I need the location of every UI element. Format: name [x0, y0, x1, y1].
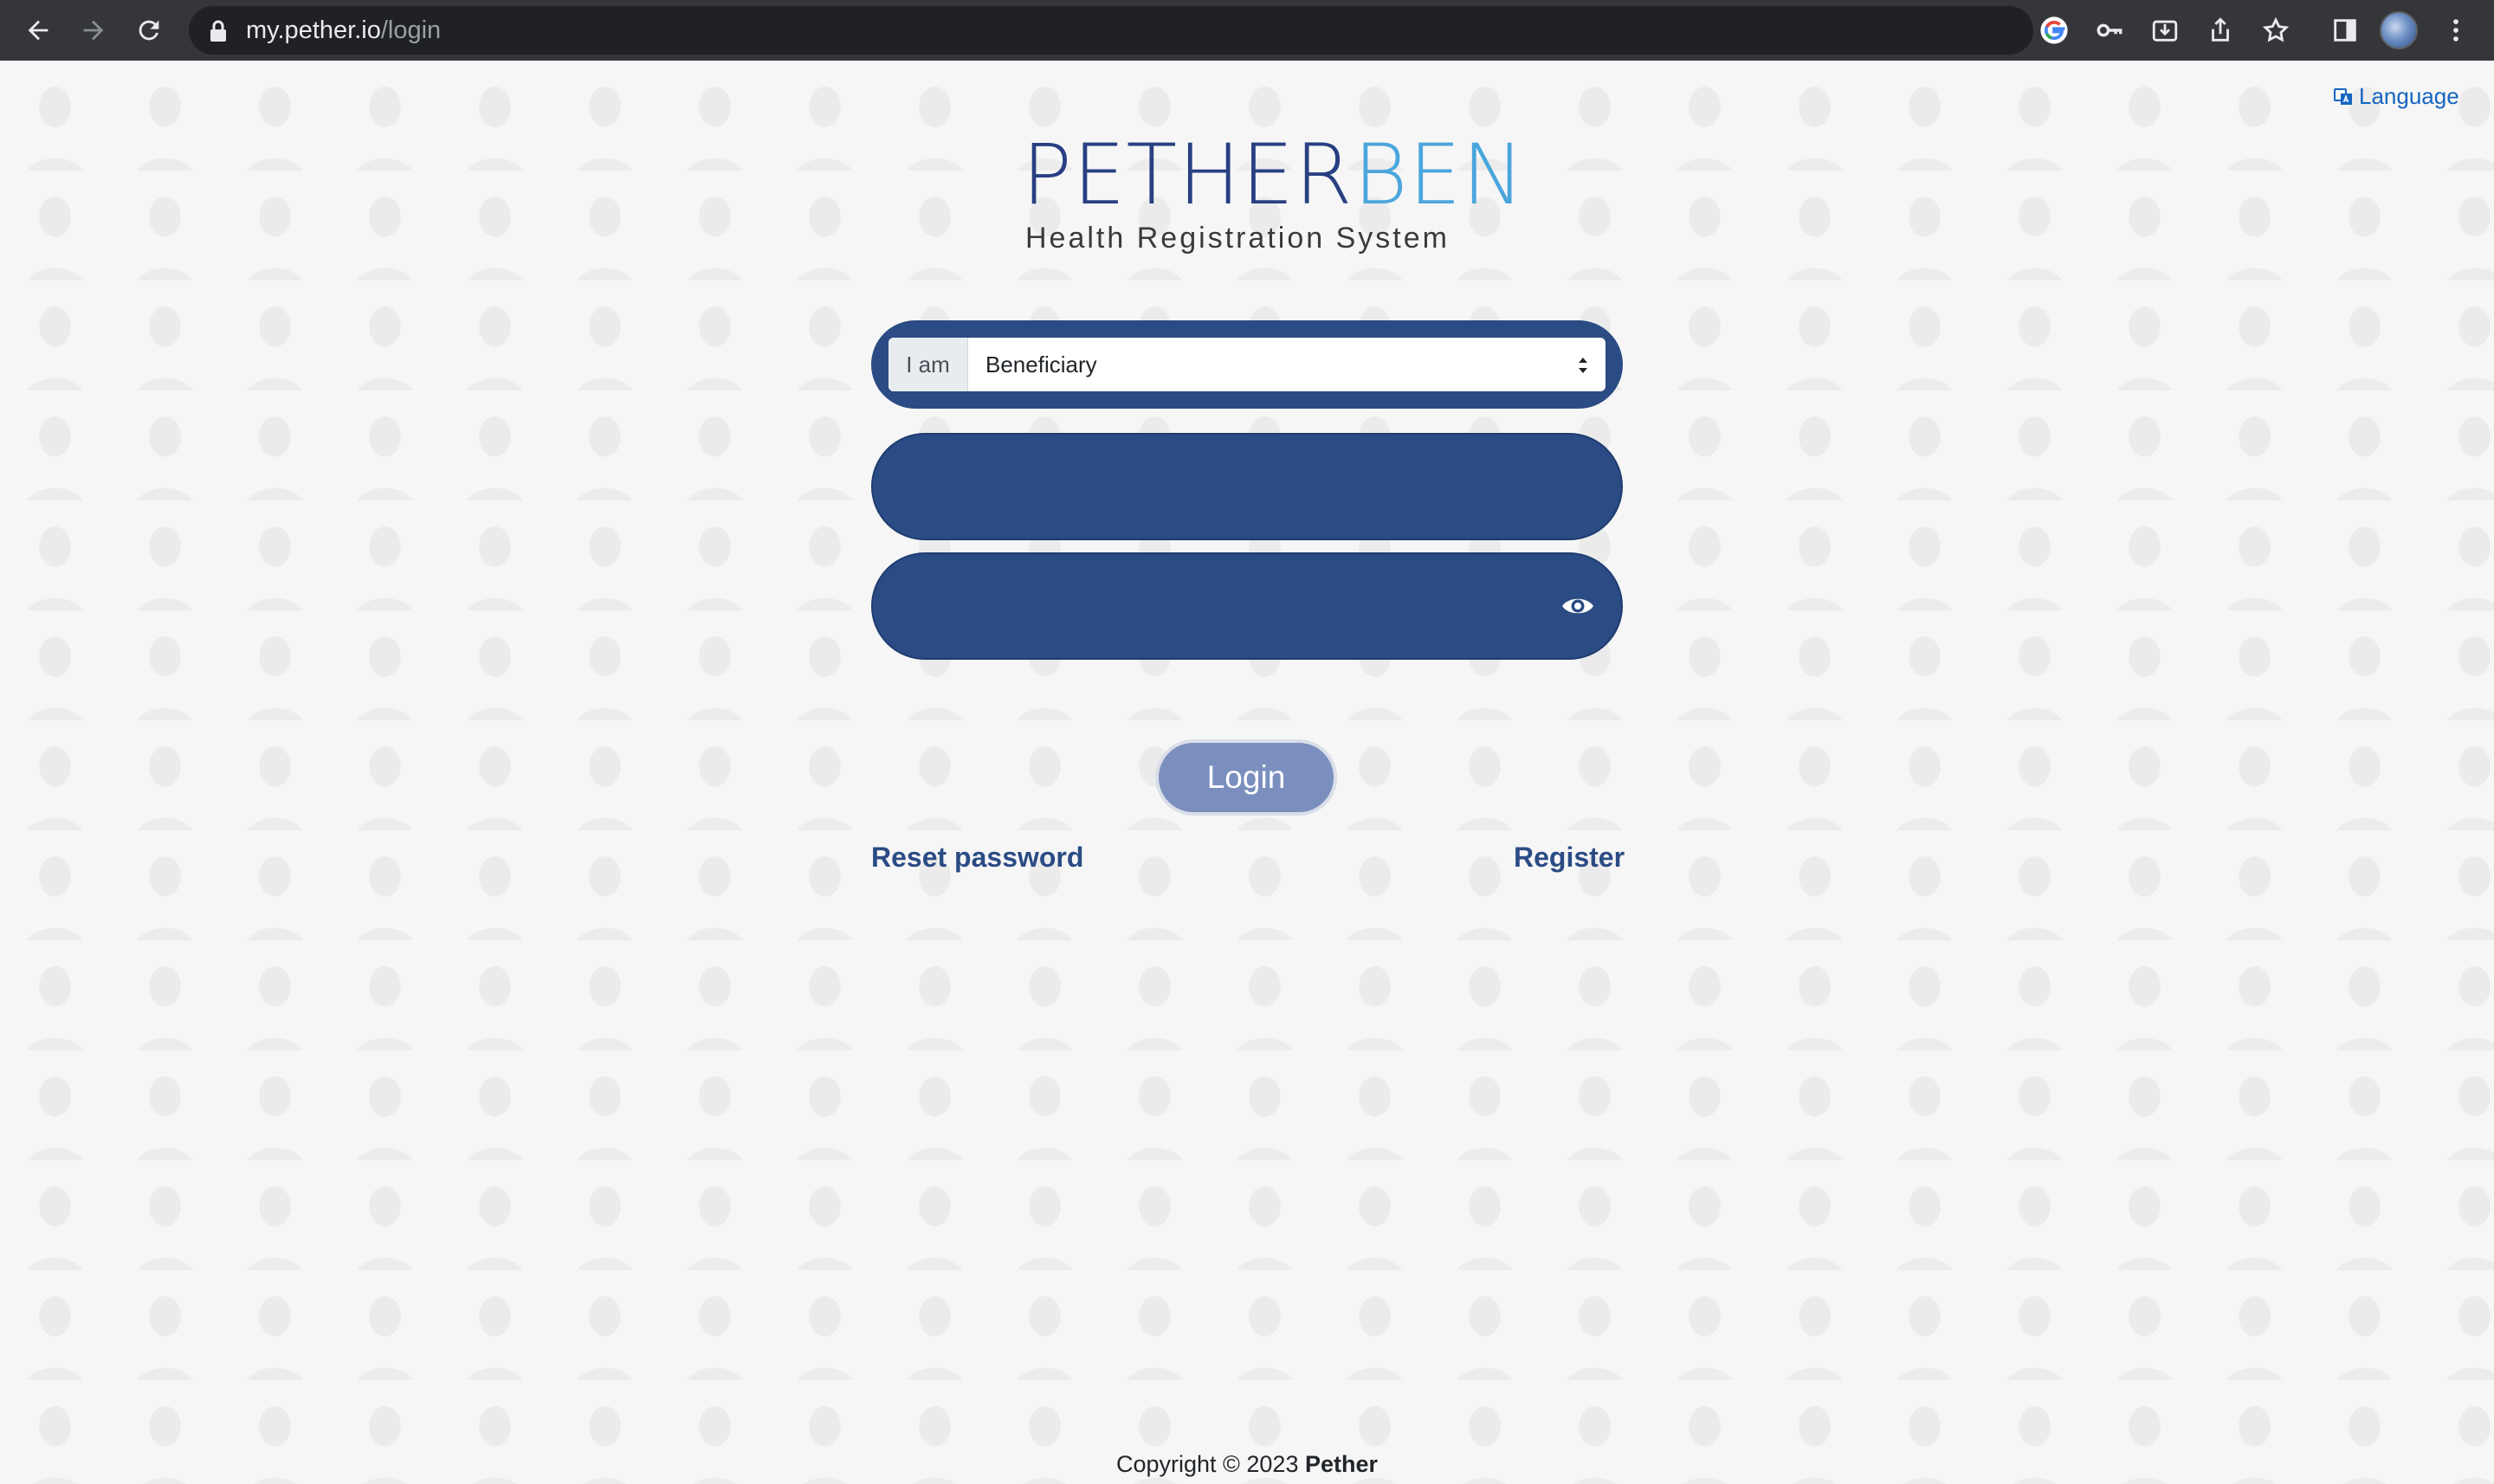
key-icon[interactable]	[2089, 10, 2130, 51]
back-arrow-icon[interactable]	[17, 10, 59, 51]
role-select-box: I am Beneficiary	[888, 338, 1606, 391]
footer-copyright: Copyright © 2023 Pether	[0, 1451, 2494, 1478]
forward-arrow-icon[interactable]	[73, 10, 114, 51]
logo-subtitle: Health Registration System	[1025, 222, 1450, 255]
star-icon[interactable]	[2255, 10, 2297, 51]
register-link[interactable]: Register	[1514, 842, 1625, 874]
share-icon[interactable]	[2200, 10, 2241, 51]
role-select-prefix: I am	[888, 338, 968, 391]
language-label: Language	[2359, 83, 2459, 109]
url-path: /login	[380, 16, 442, 44]
more-vert-icon[interactable]	[2435, 10, 2477, 51]
role-select-value: Beneficiary	[985, 351, 1097, 377]
translate-icon	[2334, 87, 2352, 105]
role-select-group: I am Beneficiary	[871, 320, 1623, 409]
eye-icon[interactable]	[1560, 592, 1595, 620]
copyright-owner: Pether	[1304, 1451, 1379, 1477]
language-selector[interactable]: Language	[2333, 83, 2459, 110]
username-input[interactable]	[873, 435, 1621, 539]
select-arrows-icon	[1579, 358, 1587, 373]
pether-ben-logo: PETHERBEN Health Registration System	[1022, 132, 1524, 255]
url-host: my.pether.io	[246, 16, 381, 44]
side-panel-icon[interactable]	[2324, 10, 2366, 51]
login-page: Language PETHERBEN Health Registration S…	[0, 61, 2494, 1484]
browser-toolbar: my.pether.io/login	[0, 0, 2494, 61]
reset-password-link[interactable]: Reset password	[871, 842, 1083, 874]
username-field[interactable]	[871, 433, 1623, 540]
logo-title: PETHERBEN	[1022, 132, 1525, 218]
logo-title-dark: PETHER	[1022, 126, 1354, 223]
login-button[interactable]: Login	[1155, 739, 1337, 816]
password-field[interactable]	[871, 552, 1623, 660]
address-bar[interactable]: my.pether.io/login	[189, 6, 2033, 55]
google-icon[interactable]	[2033, 10, 2075, 51]
profile-avatar[interactable]	[2380, 11, 2418, 49]
password-input[interactable]	[873, 554, 1621, 658]
logo-title-light: BEN	[1353, 126, 1526, 223]
reload-icon[interactable]	[128, 10, 170, 51]
url-text: my.pether.io/login	[246, 17, 441, 43]
install-icon[interactable]	[2144, 10, 2186, 51]
role-select[interactable]: Beneficiary	[968, 338, 1606, 391]
lock-icon[interactable]	[208, 20, 229, 42]
copyright-prefix: Copyright © 2023	[1115, 1451, 1299, 1477]
